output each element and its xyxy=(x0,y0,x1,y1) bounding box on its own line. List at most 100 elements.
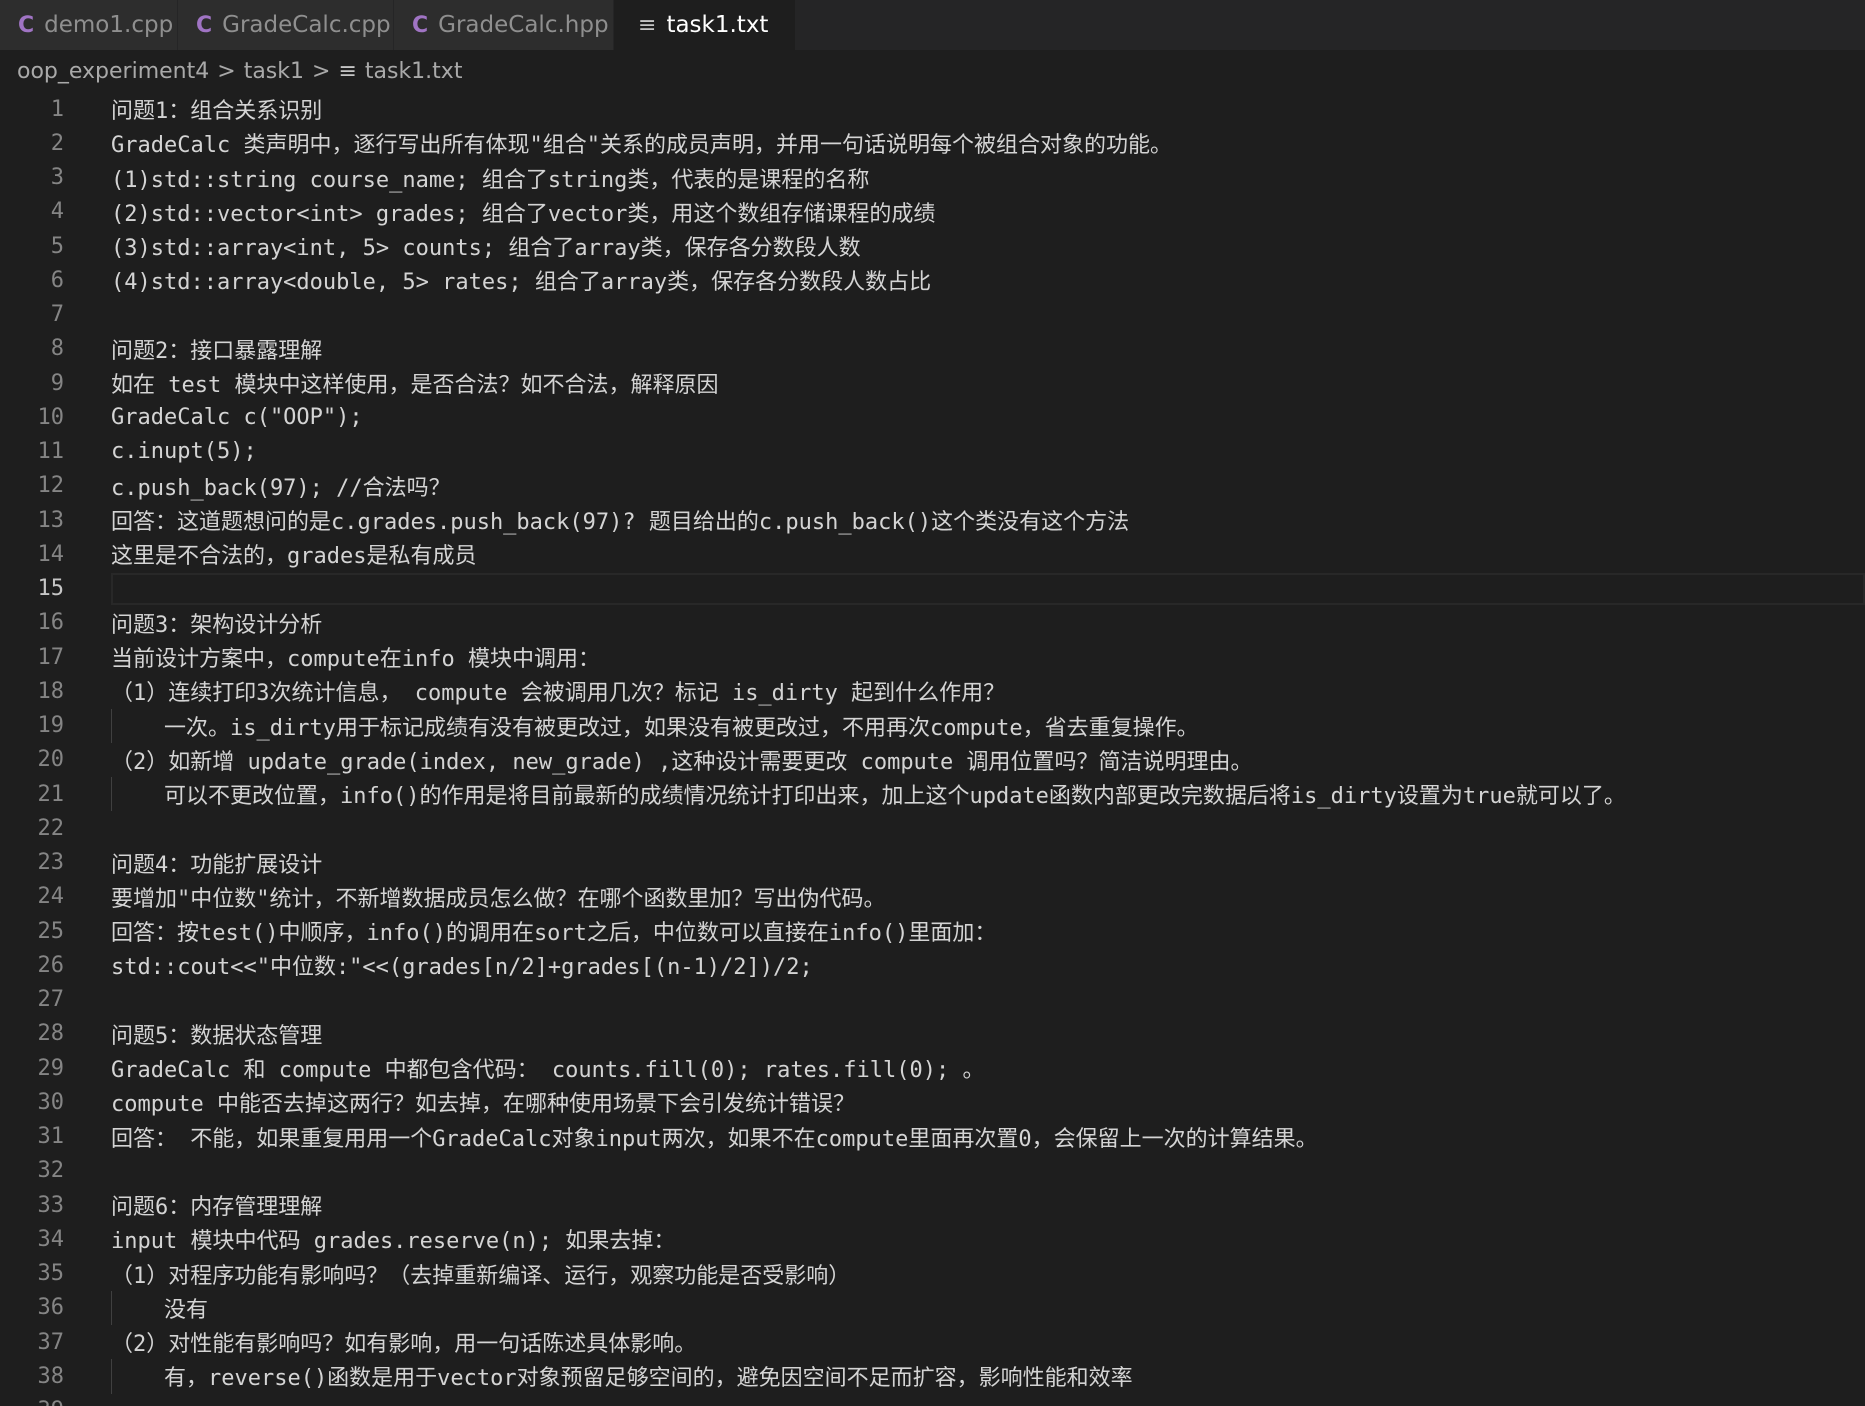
line-text[interactable]: c.push_back(97); //合法吗？ xyxy=(111,470,451,502)
breadcrumb-file[interactable]: task1.txt xyxy=(365,59,463,84)
editor-line[interactable]: 27 xyxy=(0,983,1865,1017)
editor-line[interactable]: 10 GradeCalc c("OOP"); xyxy=(0,400,1865,434)
editor-line[interactable]: 31 回答： 不能，如果重复用用一个GradeCalc对象input两次，如果不在… xyxy=(0,1120,1865,1154)
editor-line[interactable]: 20 （2）如新增 update_grade(index, new_grade) … xyxy=(0,743,1865,777)
editor-line[interactable]: 1 问题1：组合关系识别 xyxy=(0,92,1865,126)
editor-line[interactable]: 15 xyxy=(0,572,1865,606)
tab-gradecalc-cpp[interactable]: C GradeCalc.cpp xyxy=(178,0,394,50)
line-text[interactable]: (1)std::string course_name; 组合了string类，代… xyxy=(111,162,869,194)
line-number: 11 xyxy=(37,439,65,465)
line-text[interactable]: 问题1：组合关系识别 xyxy=(111,93,322,125)
line-text[interactable]: 问题3：架构设计分析 xyxy=(111,607,322,639)
editor-line[interactable]: 22 xyxy=(0,811,1865,845)
editor-line[interactable]: 2 GradeCalc 类声明中，逐行写出所有体现"组合"关系的成员声明，并用一句… xyxy=(0,126,1865,160)
line-text[interactable]: (2)std::vector<int> grades; 组合了vector类，用… xyxy=(111,196,935,228)
editor-line[interactable]: 30 compute 中能否去掉这两行？如去掉，在哪种使用场景下会引发统计错误？ xyxy=(0,1085,1865,1119)
line-number: 33 xyxy=(37,1192,65,1218)
line-number: 7 xyxy=(50,302,64,328)
breadcrumb-subfolder[interactable]: task1 xyxy=(244,59,304,84)
line-text[interactable]: 问题2：接口暴露理解 xyxy=(111,333,322,365)
editor-line[interactable]: 21 可以不更改位置，info()的作用是将目前最新的成绩情况统计打印出来，加上… xyxy=(0,777,1865,812)
line-text[interactable]: GradeCalc 和 compute 中都包含代码： counts.fill(… xyxy=(111,1052,985,1084)
line-text[interactable]: (3)std::array<int, 5> counts; 组合了array类，… xyxy=(111,230,861,262)
line-text[interactable]: 这里是不合法的，grades是私有成员 xyxy=(111,538,476,570)
line-text[interactable]: 如在 test 模块中这样使用，是否合法？如不合法，解释原因 xyxy=(111,367,718,399)
editor-line[interactable]: 37 （2）对性能有影响吗？如有影响，用一句话陈述具体影响。 xyxy=(0,1325,1865,1359)
tab-gradecalc-hpp[interactable]: C GradeCalc.hpp xyxy=(394,0,614,50)
current-line-highlight xyxy=(111,572,1865,605)
editor-line[interactable]: 12 c.push_back(97); //合法吗？ xyxy=(0,469,1865,503)
line-text[interactable]: （1）对程序功能有影响吗？（去掉重新编译、运行，观察功能是否受影响） xyxy=(111,1258,850,1290)
tab-task1-txt[interactable]: ≡ task1.txt xyxy=(614,0,796,50)
line-text[interactable]: 当前设计方案中，compute在info 模块中调用： xyxy=(111,641,600,673)
line-text[interactable]: （2）对性能有影响吗？如有影响，用一句话陈述具体影响。 xyxy=(111,1326,696,1358)
editor-line[interactable]: 38 有，reverse()函数是用于vector对象预留足够空间的，避免因空间… xyxy=(0,1359,1865,1394)
line-number: 17 xyxy=(37,644,65,670)
line-number: 12 xyxy=(37,473,65,499)
line-text[interactable]: 回答：按test()中顺序，info()的调用在sort之后，中位数可以直接在i… xyxy=(111,915,996,947)
editor-line[interactable]: 11 c.inupt(5); xyxy=(0,435,1865,469)
line-text[interactable]: 一次。is_dirty用于标记成绩有没有被更改过，如果没有被更改过，不用再次co… xyxy=(111,710,1199,742)
line-text[interactable]: GradeCalc c("OOP"); xyxy=(111,405,363,430)
line-text[interactable]: 有，reverse()函数是用于vector对象预留足够空间的，避免因空间不足而… xyxy=(111,1360,1133,1392)
line-text[interactable]: std::cout<<"中位数:"<<(grades[n/2]+grades[(… xyxy=(111,949,813,981)
line-number: 24 xyxy=(37,884,65,910)
editor-line[interactable]: 6 (4)std::array<double, 5> rates; 组合了arra… xyxy=(0,263,1865,297)
editor-line[interactable]: 29 GradeCalc 和 compute 中都包含代码： counts.fil… xyxy=(0,1051,1865,1085)
line-number: 20 xyxy=(37,747,65,773)
line-text[interactable]: compute 中能否去掉这两行？如去掉，在哪种使用场景下会引发统计错误？ xyxy=(111,1086,855,1118)
line-number: 27 xyxy=(37,987,65,1013)
line-number: 34 xyxy=(37,1226,65,1252)
line-text[interactable]: （1）连续打印3次统计信息， compute 会被调用几次？标记 is_dirt… xyxy=(111,675,1005,707)
editor-line[interactable]: 5 (3)std::array<int, 5> counts; 组合了array类… xyxy=(0,229,1865,263)
editor-line[interactable]: 8 问题2：接口暴露理解 xyxy=(0,332,1865,366)
chevron-right-icon: > xyxy=(217,58,236,84)
editor-line[interactable]: 9 如在 test 模块中这样使用，是否合法？如不合法，解释原因 xyxy=(0,366,1865,400)
line-number: 4 xyxy=(50,199,64,225)
line-number: 18 xyxy=(37,678,65,704)
editor-line[interactable]: 23 问题4：功能扩展设计 xyxy=(0,846,1865,880)
editor-line[interactable]: 24 要增加"中位数"统计，不新增数据成员怎么做？在哪个函数里加？写出伪代码。 xyxy=(0,880,1865,914)
line-text[interactable]: （2）如新增 update_grade(index, new_grade) ,这… xyxy=(111,744,1253,776)
editor-line[interactable]: 16 问题3：架构设计分析 xyxy=(0,606,1865,640)
editor-line[interactable]: 3 (1)std::string course_name; 组合了string类，… xyxy=(0,161,1865,195)
editor-line[interactable]: 13 回答：这道题想问的是c.grades.push_back(97)? 题目给出… xyxy=(0,503,1865,537)
line-number: 16 xyxy=(37,610,65,636)
line-text[interactable]: 问题5：数据状态管理 xyxy=(111,1018,322,1050)
line-text[interactable]: c.inupt(5); xyxy=(111,439,257,464)
line-text[interactable]: 问题4：功能扩展设计 xyxy=(111,847,322,879)
line-number: 35 xyxy=(37,1261,65,1287)
line-text[interactable]: 可以不更改位置，info()的作用是将目前最新的成绩情况统计打印出来，加上这个u… xyxy=(111,778,1626,810)
editor-line[interactable]: 19 一次。is_dirty用于标记成绩有没有被更改过，如果没有被更改过，不用再… xyxy=(0,708,1865,743)
line-number: 30 xyxy=(37,1089,65,1115)
editor-line[interactable]: 17 当前设计方案中，compute在info 模块中调用： xyxy=(0,640,1865,674)
line-text[interactable]: 要增加"中位数"统计，不新增数据成员怎么做？在哪个函数里加？写出伪代码。 xyxy=(111,881,886,913)
tab-bar: C demo1.cpp C GradeCalc.cpp C GradeCalc.… xyxy=(0,0,1865,50)
editor-line[interactable]: 14 这里是不合法的，grades是私有成员 xyxy=(0,537,1865,571)
line-number: 15 xyxy=(37,576,65,602)
tab-demo1-cpp[interactable]: C demo1.cpp xyxy=(0,0,178,50)
editor-line[interactable]: 26 std::cout<<"中位数:"<<(grades[n/2]+grades… xyxy=(0,948,1865,982)
line-text[interactable]: input 模块中代码 grades.reserve(n); 如果去掉： xyxy=(111,1223,675,1255)
editor-line[interactable]: 4 (2)std::vector<int> grades; 组合了vector类，… xyxy=(0,195,1865,229)
editor-line[interactable]: 18 （1）连续打印3次统计信息， compute 会被调用几次？标记 is_di… xyxy=(0,674,1865,708)
breadcrumb-folder[interactable]: oop_experiment4 xyxy=(17,59,209,84)
editor-line[interactable]: 35 （1）对程序功能有影响吗？（去掉重新编译、运行，观察功能是否受影响） xyxy=(0,1257,1865,1291)
line-text[interactable]: GradeCalc 类声明中，逐行写出所有体现"组合"关系的成员声明，并用一句话… xyxy=(111,127,1172,159)
editor-line[interactable]: 36 没有 xyxy=(0,1290,1865,1325)
line-text[interactable]: 回答： 不能，如果重复用用一个GradeCalc对象input两次，如果不在co… xyxy=(111,1121,1318,1153)
line-text[interactable]: 回答：这道题想问的是c.grades.push_back(97)? 题目给出的c… xyxy=(111,504,1129,536)
editor[interactable]: 1 问题1：组合关系识别 2 GradeCalc 类声明中，逐行写出所有体现"组合"关… xyxy=(0,92,1865,1406)
editor-line[interactable]: 28 问题5：数据状态管理 xyxy=(0,1017,1865,1051)
editor-line[interactable]: 25 回答：按test()中顺序，info()的调用在sort之后，中位数可以直接… xyxy=(0,914,1865,948)
editor-line[interactable]: 32 xyxy=(0,1154,1865,1188)
editor-line[interactable]: 34 input 模块中代码 grades.reserve(n); 如果去掉： xyxy=(0,1222,1865,1256)
line-text[interactable]: (4)std::array<double, 5> rates; 组合了array… xyxy=(111,264,931,296)
cpp-header-icon: C xyxy=(412,12,429,38)
editor-line[interactable]: 33 问题6：内存管理理解 xyxy=(0,1188,1865,1222)
line-text[interactable]: 问题6：内存管理理解 xyxy=(111,1189,322,1221)
line-text[interactable]: 没有 xyxy=(111,1292,208,1324)
editor-line[interactable]: 39 xyxy=(0,1394,1865,1406)
editor-line[interactable]: 7 xyxy=(0,298,1865,332)
line-number: 39 xyxy=(0,1398,65,1406)
